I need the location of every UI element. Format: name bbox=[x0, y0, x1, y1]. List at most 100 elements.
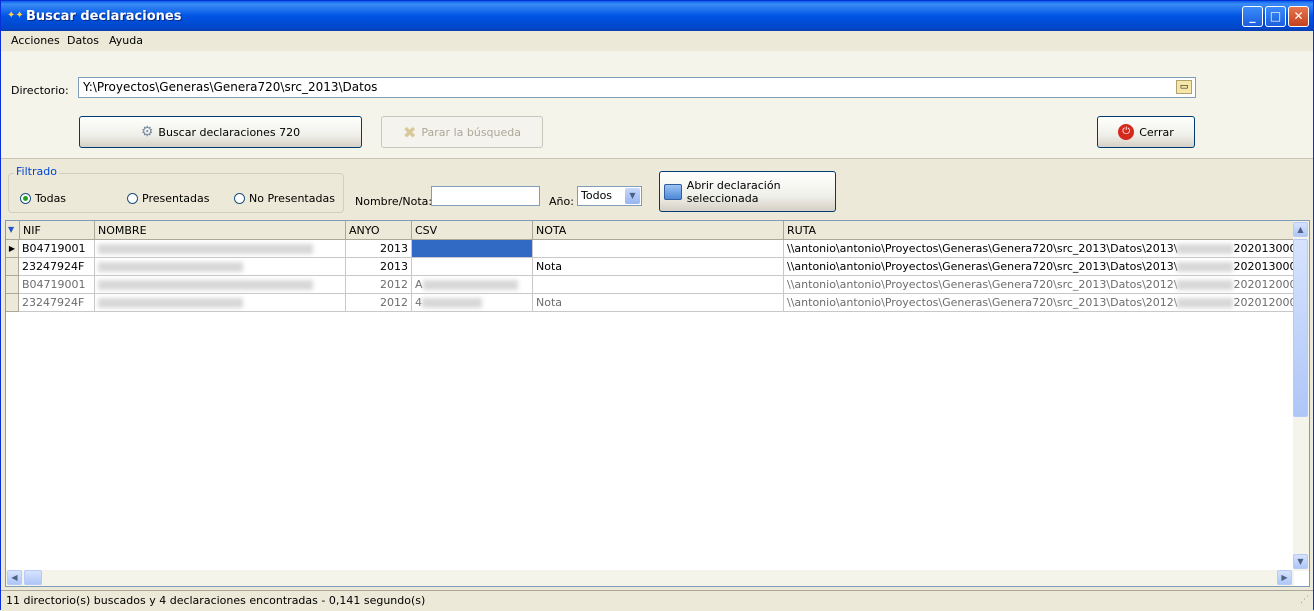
radio-presentadas[interactable]: Presentadas bbox=[127, 192, 209, 205]
table-row[interactable]: 23247924F 2013 Nota \\antonio\antonio\Pr… bbox=[6, 258, 1294, 276]
cell-nota[interactable] bbox=[533, 240, 784, 258]
scroll-left-icon[interactable]: ◀ bbox=[7, 570, 22, 585]
declarations-table[interactable]: ▼ NIF NOMBRE ANYO CSV NOTA RUTA ▶ B04719… bbox=[5, 220, 1310, 587]
maximize-button[interactable]: □ bbox=[1265, 6, 1286, 27]
column-header-ruta[interactable]: RUTA bbox=[784, 221, 1294, 239]
radio-no-presentadas-label: No Presentadas bbox=[249, 192, 335, 205]
year-select-value: Todos bbox=[581, 189, 613, 202]
cell-anyo[interactable]: 2012 bbox=[346, 276, 412, 294]
table-row[interactable]: ▶ B04719001 2013 \\antonio\antonio\Proye… bbox=[6, 240, 1294, 258]
cell-ruta[interactable]: \\antonio\antonio\Proyectos\Generas\Gene… bbox=[784, 294, 1294, 312]
cell-nif[interactable]: B04719001 bbox=[19, 240, 95, 258]
scroll-down-icon[interactable]: ▼ bbox=[1293, 554, 1308, 569]
cell-nif[interactable]: B04719001 bbox=[19, 276, 95, 294]
year-label: Año: bbox=[549, 195, 574, 208]
title-bar[interactable]: ✦✦ Buscar declaraciones _ □ ✕ bbox=[1, 1, 1313, 31]
open-folder-icon bbox=[664, 183, 682, 200]
radio-circle bbox=[20, 193, 31, 204]
minimize-icon: _ bbox=[1249, 9, 1256, 23]
cell-ruta[interactable]: \\antonio\antonio\Proyectos\Generas\Gene… bbox=[784, 258, 1294, 276]
close-button-label: Cerrar bbox=[1139, 125, 1174, 139]
column-header-nombre[interactable]: NOMBRE bbox=[95, 221, 346, 239]
close-button[interactable]: ⏻ Cerrar bbox=[1097, 116, 1195, 148]
radio-todas[interactable]: Todas bbox=[20, 192, 66, 205]
current-row-indicator-icon: ▶ bbox=[6, 240, 19, 258]
open-button-label: Abrir declaración seleccionada bbox=[686, 178, 781, 205]
directory-input[interactable]: Y:\Proyectos\Generas\Genera720\src_2013\… bbox=[78, 77, 1196, 98]
cell-anyo[interactable]: 2013 bbox=[346, 240, 412, 258]
resize-grip-icon[interactable]: ⋰ bbox=[1300, 595, 1309, 605]
radio-presentadas-label: Presentadas bbox=[142, 192, 210, 205]
status-bar: 11 directorio(s) buscados y 4 declaracio… bbox=[1, 590, 1313, 611]
cell-csv[interactable] bbox=[412, 258, 533, 276]
close-icon: ✕ bbox=[1293, 9, 1304, 23]
cell-nombre[interactable] bbox=[95, 294, 346, 312]
table-header: ▼ NIF NOMBRE ANYO CSV NOTA RUTA bbox=[6, 221, 1294, 240]
stop-search-button[interactable]: ✖ Parar la búsqueda bbox=[381, 116, 543, 148]
sort-indicator-icon[interactable]: ▼ bbox=[6, 221, 20, 239]
cell-nombre[interactable] bbox=[95, 258, 346, 276]
name-note-input[interactable] bbox=[431, 186, 540, 206]
column-header-nif[interactable]: NIF bbox=[20, 221, 95, 239]
cell-nota[interactable]: Nota bbox=[533, 258, 784, 276]
main-window: ✦✦ Buscar declaraciones _ □ ✕ Acciones D… bbox=[0, 0, 1314, 611]
scroll-up-icon[interactable]: ▲ bbox=[1293, 222, 1308, 237]
horizontal-scroll-thumb[interactable] bbox=[24, 570, 42, 585]
radio-no-presentadas[interactable]: No Presentadas bbox=[234, 192, 335, 205]
horizontal-scrollbar[interactable]: ◀ ▶ bbox=[6, 570, 1294, 586]
year-select[interactable]: Todos ▼ bbox=[577, 186, 642, 206]
row-header bbox=[6, 294, 19, 312]
radio-todas-label: Todas bbox=[35, 192, 67, 205]
scroll-right-icon[interactable]: ▶ bbox=[1277, 570, 1292, 585]
close-window-button[interactable]: ✕ bbox=[1288, 6, 1309, 27]
vertical-scroll-thumb[interactable] bbox=[1293, 239, 1308, 417]
stop-icon: ✖ bbox=[403, 122, 417, 142]
status-text: 11 directorio(s) buscados y 4 declaracio… bbox=[6, 594, 426, 607]
cell-nif[interactable]: 23247924F bbox=[19, 258, 95, 276]
search-button-label: Buscar declaraciones 720 bbox=[158, 125, 301, 139]
browse-folder-button[interactable]: ▭ bbox=[1176, 80, 1192, 94]
cell-csv-selected[interactable] bbox=[412, 240, 533, 258]
radio-circle bbox=[234, 193, 245, 204]
chevron-down-icon[interactable]: ▼ bbox=[625, 188, 640, 204]
menu-bar: Acciones Datos Ayuda bbox=[1, 31, 1313, 51]
name-note-label: Nombre/Nota: bbox=[355, 195, 433, 208]
directory-label: Directorio: bbox=[11, 84, 69, 97]
menu-ayuda[interactable]: Ayuda bbox=[109, 34, 143, 47]
folder-icon: ▭ bbox=[1179, 82, 1189, 92]
window-title: Buscar declaraciones bbox=[26, 9, 182, 24]
table-row[interactable]: 23247924F 2012 4 Nota \\antonio\antonio\… bbox=[6, 294, 1294, 312]
cell-anyo[interactable]: 2013 bbox=[346, 258, 412, 276]
column-header-anyo[interactable]: ANYO bbox=[346, 221, 412, 239]
app-icon: ✦✦ bbox=[7, 10, 24, 21]
filter-group-title: Filtrado bbox=[14, 165, 59, 178]
open-declaration-button[interactable]: Abrir declaración seleccionada bbox=[659, 171, 836, 212]
row-header bbox=[6, 258, 19, 276]
cell-nota[interactable] bbox=[533, 276, 784, 294]
filter-bar: Filtrado Todas Presentadas No Presentada… bbox=[1, 159, 1313, 219]
menu-acciones[interactable]: Acciones bbox=[11, 34, 60, 47]
directory-value: Y:\Proyectos\Generas\Genera720\src_2013\… bbox=[83, 80, 378, 94]
search-button[interactable]: ⚙ Buscar declaraciones 720 bbox=[79, 116, 362, 148]
column-header-csv[interactable]: CSV bbox=[412, 221, 533, 239]
minimize-button[interactable]: _ bbox=[1242, 6, 1263, 27]
cell-nombre[interactable] bbox=[95, 240, 346, 258]
cell-nombre[interactable] bbox=[95, 276, 346, 294]
table-row[interactable]: B04719001 2012 A \\antonio\antonio\Proye… bbox=[6, 276, 1294, 294]
cell-csv[interactable]: A bbox=[412, 276, 533, 294]
gears-icon: ⚙ bbox=[140, 124, 154, 140]
cell-csv[interactable]: 4 bbox=[412, 294, 533, 312]
stop-button-label: Parar la búsqueda bbox=[421, 125, 521, 139]
cell-ruta[interactable]: \\antonio\antonio\Proyectos\Generas\Gene… bbox=[784, 240, 1294, 258]
cell-ruta[interactable]: \\antonio\antonio\Proyectos\Generas\Gene… bbox=[784, 276, 1294, 294]
search-panel: Directorio: Y:\Proyectos\Generas\Genera7… bbox=[1, 51, 1313, 159]
vertical-scrollbar[interactable]: ▲ ▼ bbox=[1293, 221, 1309, 571]
maximize-icon: □ bbox=[1269, 9, 1282, 23]
radio-circle bbox=[127, 193, 138, 204]
cell-anyo[interactable]: 2012 bbox=[346, 294, 412, 312]
cell-nif[interactable]: 23247924F bbox=[19, 294, 95, 312]
cell-nota[interactable]: Nota bbox=[533, 294, 784, 312]
menu-datos[interactable]: Datos bbox=[67, 34, 99, 47]
power-icon: ⏻ bbox=[1118, 124, 1135, 140]
column-header-nota[interactable]: NOTA bbox=[533, 221, 784, 239]
